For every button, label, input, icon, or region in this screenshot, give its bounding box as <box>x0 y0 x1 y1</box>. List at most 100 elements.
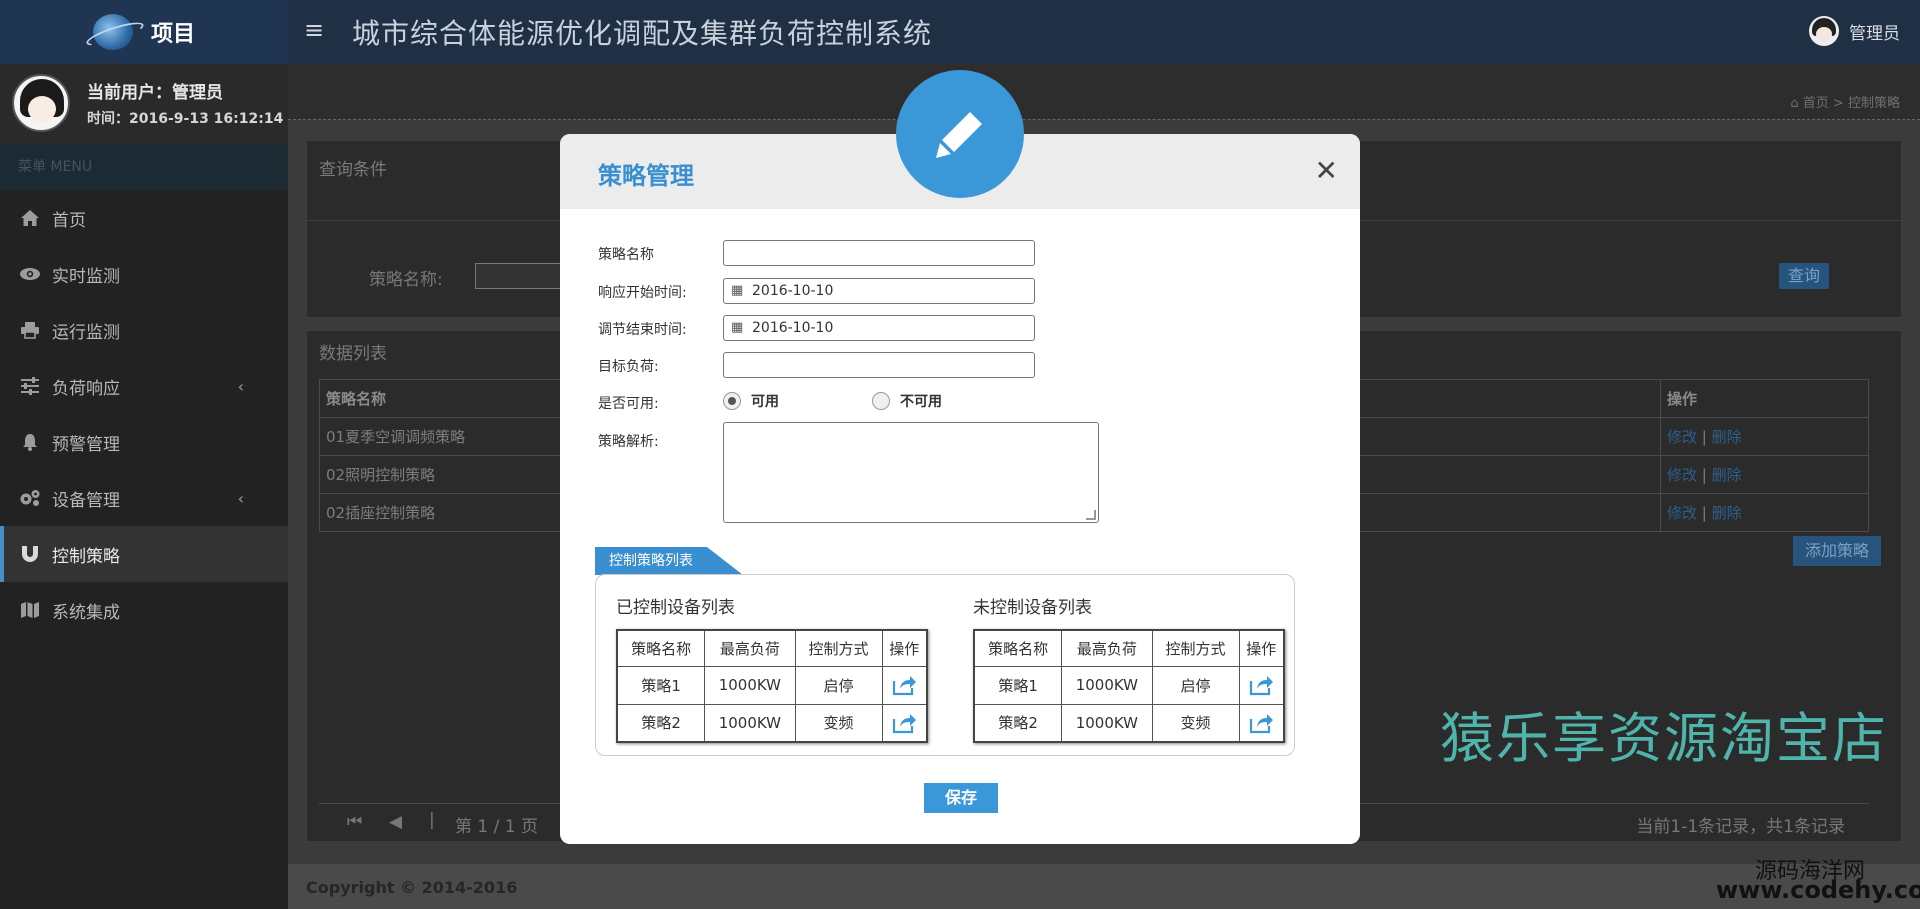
sidebar-item-realtime[interactable]: 实时监测 <box>0 246 288 302</box>
share-icon[interactable] <box>891 712 917 734</box>
current-user: 当前用户：管理员 <box>87 83 223 103</box>
device-name-cell: 策略2 <box>616 703 706 743</box>
edit-link[interactable]: 修改 <box>1667 504 1697 522</box>
sidebar-item-control-strategy[interactable]: 控制策略 <box>0 526 288 582</box>
analysis-label: 策略解析: <box>598 434 659 450</box>
site-watermark-url: www.codehy.com <box>1716 876 1920 904</box>
sidebar-item-devices[interactable]: 设备管理 ‹ <box>0 470 288 526</box>
table-row: 策略2 1000KW 变频 <box>973 703 1285 743</box>
radio-unselected-icon <box>872 392 890 410</box>
home-icon: ⌂ <box>1790 96 1799 111</box>
end-date-value: 2016-10-10 <box>752 320 834 336</box>
sliders-icon <box>18 377 42 395</box>
calendar-icon: ▦ <box>731 320 744 335</box>
end-date-field[interactable]: ▦ 2016-10-10 <box>723 315 1035 341</box>
end-time-label: 调节结束时间: <box>598 322 687 338</box>
edit-link[interactable]: 修改 <box>1667 466 1697 484</box>
target-load-field[interactable] <box>723 352 1035 378</box>
action-cell <box>881 703 928 743</box>
close-icon[interactable]: ✕ <box>1315 154 1338 187</box>
action-cell <box>1238 703 1285 743</box>
globe-logo-icon <box>92 14 133 50</box>
chevron-left-icon: ‹ <box>237 377 244 396</box>
sidebar-item-label: 实时监测 <box>52 266 120 287</box>
strategy-name-search-input[interactable] <box>475 263 563 289</box>
sidebar-item-label: 设备管理 <box>52 490 120 511</box>
uncontrolled-list-title: 未控制设备列表 <box>973 598 1092 618</box>
menu-toggle-icon[interactable]: ≡ <box>304 16 324 44</box>
share-icon[interactable] <box>1248 674 1274 696</box>
enabled-label: 是否可用: <box>598 396 659 412</box>
column-header: 操作 <box>1238 629 1285 667</box>
action-cell <box>1238 665 1285 705</box>
brand[interactable]: 项目 <box>0 0 288 64</box>
sidebar-item-load-response[interactable]: 负荷响应 ‹ <box>0 358 288 414</box>
enabled-radio-no[interactable]: 不可用 <box>872 391 942 411</box>
column-header: 策略名称 <box>616 629 706 667</box>
shop-watermark: 猿乐享资源淘宝店 <box>1440 707 1888 770</box>
printer-icon <box>18 321 42 339</box>
sidebar-item-alerts[interactable]: 预警管理 <box>0 414 288 470</box>
device-name-cell: 策略1 <box>616 665 706 705</box>
sidebar-item-label: 系统集成 <box>52 602 120 623</box>
gears-icon <box>18 489 42 507</box>
sidebar-item-label: 控制策略 <box>52 546 120 567</box>
strategy-name-field[interactable] <box>723 240 1035 266</box>
delete-link[interactable]: 删除 <box>1712 466 1742 484</box>
column-header: 最高负荷 <box>704 629 796 667</box>
breadcrumb-current: 控制策略 <box>1847 96 1900 111</box>
sidebar-item-integration[interactable]: 系统集成 <box>0 582 288 638</box>
table-row: 策略1 1000KW 启停 <box>616 665 928 705</box>
top-bar: 项目 ≡ 城市综合体能源优化调配及集群负荷控制系统 管理员 <box>0 0 1920 64</box>
table-row: 策略2 1000KW 变频 <box>616 703 928 743</box>
sidebar: 当前用户：管理员 时间：2016-9-13 16:12:14 菜单 MENU 首… <box>0 64 288 909</box>
magnet-icon <box>18 545 42 563</box>
save-button[interactable]: 保存 <box>924 783 998 813</box>
delete-link[interactable]: 删除 <box>1712 428 1742 446</box>
enabled-radio-yes[interactable]: 可用 <box>723 391 779 411</box>
radio-label: 不可用 <box>900 394 942 410</box>
max-load-cell: 1000KW <box>704 665 796 705</box>
system-title: 城市综合体能源优化调配及集群负荷控制系统 <box>352 17 933 50</box>
first-page-icon[interactable]: ⏮ <box>347 812 362 832</box>
chevron-left-icon: ‹ <box>237 489 244 508</box>
map-icon <box>18 601 42 619</box>
breadcrumb-separator: > <box>1832 96 1844 111</box>
share-icon[interactable] <box>891 674 917 696</box>
column-header: 策略名称 <box>973 629 1063 667</box>
name-field-label: 策略名称 <box>598 247 654 263</box>
device-name-cell: 策略1 <box>973 665 1063 705</box>
admin-avatar <box>1809 16 1839 46</box>
eye-icon <box>18 267 42 281</box>
breadcrumb-home[interactable]: 首页 <box>1803 96 1829 111</box>
start-date-value: 2016-10-10 <box>752 283 834 299</box>
control-mode-cell: 变频 <box>1151 703 1240 743</box>
link-separator: | <box>1701 466 1707 484</box>
device-lists-box: 已控制设备列表 策略名称 最高负荷 控制方式 操作 策略1 1000KW 启停 … <box>595 574 1295 756</box>
sidebar-item-running[interactable]: 运行监测 <box>0 302 288 358</box>
column-header: 控制方式 <box>1151 629 1240 667</box>
admin-menu[interactable]: 管理员 <box>1809 16 1900 46</box>
breadcrumb-bar: ⌂ 首页 > 控制策略 <box>288 64 1920 120</box>
section-tab: 控制策略列表 <box>595 547 743 575</box>
sidebar-item-label: 首页 <box>52 210 86 231</box>
strategy-modal: 策略管理 ✕ 策略名称 响应开始时间: ▦ 2016-10-10 调节结束时间:… <box>560 70 1360 844</box>
prev-page-icon[interactable]: ◀ <box>389 812 402 832</box>
share-icon[interactable] <box>1248 712 1274 734</box>
page-info: 第 1 / 1 页 <box>455 817 538 837</box>
control-mode-cell: 启停 <box>1151 665 1240 705</box>
pager-separator: | <box>429 810 435 830</box>
add-strategy-button[interactable]: 添加策略 <box>1793 536 1881 566</box>
query-button[interactable]: 查询 <box>1779 263 1829 289</box>
link-separator: | <box>1701 428 1707 446</box>
edit-link[interactable]: 修改 <box>1667 428 1697 446</box>
modal-title: 策略管理 <box>598 162 694 190</box>
sidebar-item-label: 运行监测 <box>52 322 120 343</box>
actions-cell: 修改 | 删除 <box>1660 417 1869 456</box>
avatar <box>12 74 70 132</box>
delete-link[interactable]: 删除 <box>1712 504 1742 522</box>
start-date-field[interactable]: ▦ 2016-10-10 <box>723 278 1035 304</box>
bell-icon <box>18 433 42 451</box>
sidebar-item-home[interactable]: 首页 <box>0 190 288 246</box>
analysis-textarea[interactable] <box>723 422 1099 523</box>
